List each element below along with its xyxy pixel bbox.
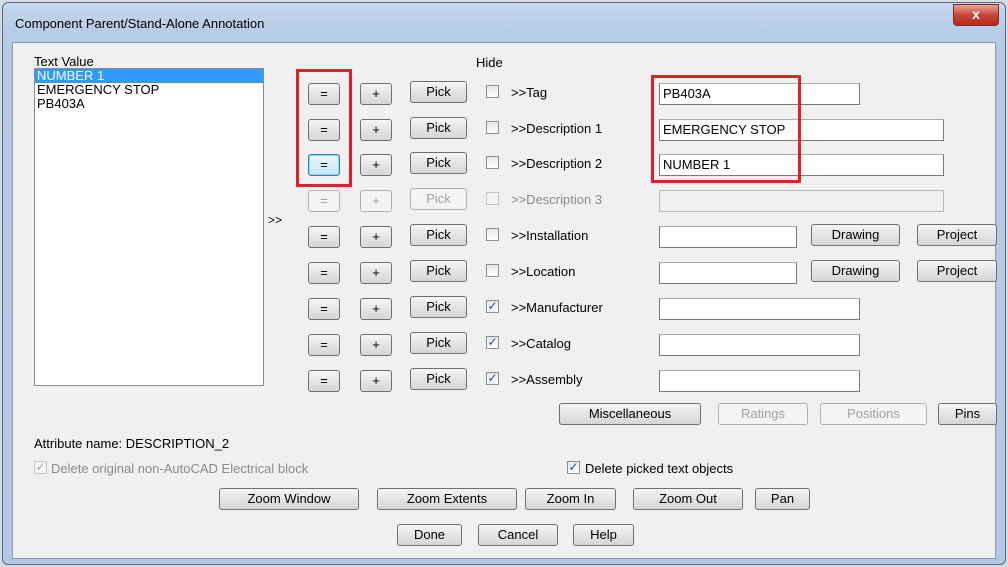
pan-button[interactable]: Pan [755,488,810,510]
row-description-3-equal-button: = [308,190,340,212]
zoom-window-button[interactable]: Zoom Window [219,488,359,510]
row-assembly-pick-button[interactable]: Pick [410,368,467,390]
zoom-extents-button[interactable]: Zoom Extents [377,488,517,510]
list-item[interactable]: PB403A [35,97,263,111]
row-tag-hide-checkbox[interactable] [486,85,499,98]
row-description-2-pick-button[interactable]: Pick [410,152,467,174]
help-button[interactable]: Help [573,524,634,546]
row-catalog-pick-button[interactable]: Pick [410,332,467,354]
row-location-equal-button[interactable]: = [308,262,340,284]
row-manufacturer-pick-button[interactable]: Pick [410,296,467,318]
row-description-2-field[interactable]: NUMBER 1 [659,154,944,176]
delete-original-label: Delete original non-AutoCAD Electrical b… [51,461,309,476]
row-installation-pick-button[interactable]: Pick [410,224,467,246]
row-description-1-equal-button[interactable]: = [308,119,340,141]
row-installation-plus-button[interactable]: + [360,226,392,248]
row-description-2-plus-button[interactable]: + [360,154,392,176]
location-project-button[interactable]: Project [917,260,997,282]
row-description-3-field [659,190,944,212]
row-installation-field[interactable] [659,226,797,248]
list-item[interactable]: EMERGENCY STOP [35,83,263,97]
row-assembly-field[interactable] [659,370,860,392]
row-description-2-hide-checkbox[interactable] [486,156,499,169]
row-assembly-label: >>Assembly [511,372,583,387]
row-catalog-field[interactable] [659,334,860,356]
delete-picked-checkbox[interactable]: ✓ [567,461,580,474]
delete-original-checkbox: ✓ [34,460,47,474]
row-assembly-equal-button[interactable]: = [308,370,340,392]
title-bar[interactable]: Component Parent/Stand-Alone Annotation … [3,3,1005,43]
dialog-window: Component Parent/Stand-Alone Annotation … [2,2,1006,565]
row-catalog-plus-button[interactable]: + [360,334,392,356]
window-title: Component Parent/Stand-Alone Annotation [15,16,265,31]
positions-button: Positions [820,403,927,425]
hide-header: Hide [476,55,503,70]
row-installation-hide-checkbox[interactable] [486,228,499,241]
dialog-client-area: Text Value NUMBER 1 EMERGENCY STOP PB403… [12,42,997,559]
ratings-button: Ratings [718,403,808,425]
row-manufacturer-plus-button[interactable]: + [360,298,392,320]
row-tag-plus-button[interactable]: + [360,83,392,105]
zoom-in-button[interactable]: Zoom In [525,488,616,510]
row-description-3-pick-button: Pick [410,188,467,210]
text-value-header: Text Value [34,54,94,69]
row-manufacturer-equal-button[interactable]: = [308,298,340,320]
row-manufacturer-hide-checkbox[interactable]: ✓ [486,300,499,313]
row-assembly-plus-button[interactable]: + [360,370,392,392]
zoom-out-button[interactable]: Zoom Out [633,488,743,510]
row-location-field[interactable] [659,262,797,284]
row-description-1-label: >>Description 1 [511,121,603,136]
row-catalog-equal-button[interactable]: = [308,334,340,356]
row-tag-equal-button[interactable]: = [308,83,340,105]
row-manufacturer-label: >>Manufacturer [511,300,603,315]
row-location-pick-button[interactable]: Pick [410,260,467,282]
row-installation-label: >>Installation [511,228,589,243]
row-description-1-hide-checkbox[interactable] [486,121,499,134]
row-description-2-equal-button[interactable]: = [308,154,340,176]
row-description-3-hide-checkbox [486,192,499,205]
done-button[interactable]: Done [397,524,462,546]
row-tag-label: >>Tag [511,85,548,100]
miscellaneous-button[interactable]: Miscellaneous [559,403,701,425]
row-assembly-hide-checkbox[interactable]: ✓ [486,372,499,385]
installation-drawing-button[interactable]: Drawing [811,224,900,246]
row-manufacturer-field[interactable] [659,298,860,320]
row-tag-field[interactable]: PB403A [659,83,860,105]
row-description-3-plus-button: + [360,190,392,212]
installation-project-button[interactable]: Project [917,224,997,246]
row-catalog-label: >>Catalog [511,336,571,351]
row-catalog-hide-checkbox[interactable]: ✓ [486,336,499,349]
row-description-1-pick-button[interactable]: Pick [410,117,467,139]
text-value-list[interactable]: NUMBER 1 EMERGENCY STOP PB403A [34,68,264,386]
attribute-name-text: Attribute name: DESCRIPTION_2 [34,436,230,451]
row-location-plus-button[interactable]: + [360,262,392,284]
delete-picked-label: Delete picked text objects [585,461,734,476]
row-location-label: >>Location [511,264,576,279]
row-description-3-label: >>Description 3 [511,192,603,207]
row-tag-pick-button[interactable]: Pick [410,81,467,103]
row-installation-equal-button[interactable]: = [308,226,340,248]
transfer-arrow-label: >> [268,213,283,227]
close-button[interactable]: x [953,4,999,26]
list-item[interactable]: NUMBER 1 [35,69,263,83]
row-description-1-field[interactable]: EMERGENCY STOP [659,119,944,141]
pins-button[interactable]: Pins [938,403,997,425]
row-description-2-label: >>Description 2 [511,156,603,171]
row-description-1-plus-button[interactable]: + [360,119,392,141]
row-location-hide-checkbox[interactable] [486,264,499,277]
location-drawing-button[interactable]: Drawing [811,260,900,282]
cancel-button[interactable]: Cancel [478,524,558,546]
